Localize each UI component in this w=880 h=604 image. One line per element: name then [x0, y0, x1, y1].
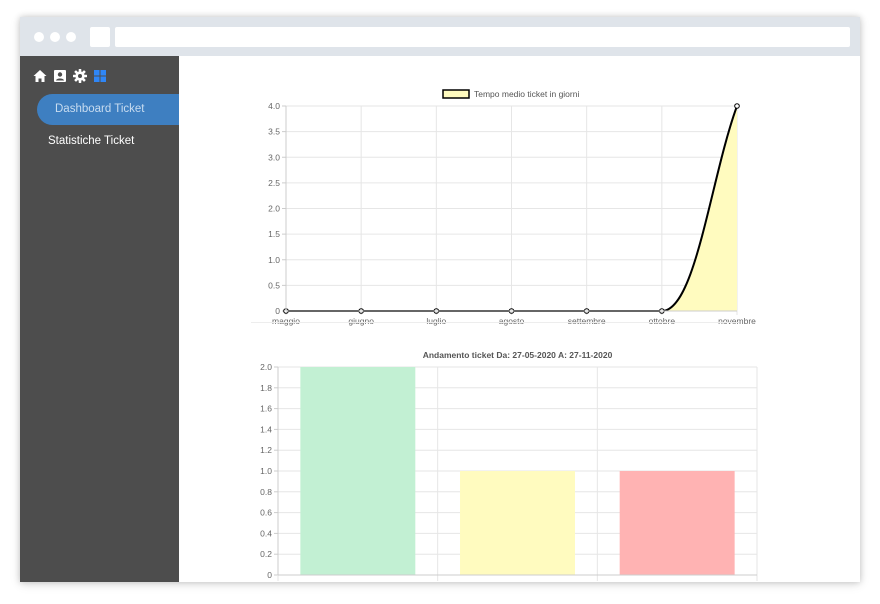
y-tick-label: 1.4 — [260, 424, 272, 434]
y-tick-label: 3.5 — [268, 127, 280, 137]
chart-title: Andamento ticket Da: 27-05-2020 A: 27-11… — [423, 350, 613, 360]
y-tick-label: 0 — [267, 570, 272, 580]
x-tick-label: agosto — [499, 316, 525, 326]
address-bar[interactable] — [115, 27, 850, 47]
y-tick-label: 4.0 — [268, 101, 280, 111]
bar — [619, 471, 735, 575]
window-control-dot[interactable] — [50, 32, 60, 42]
legend-swatch — [442, 89, 470, 99]
window-control-dot[interactable] — [34, 32, 44, 42]
gear-icon[interactable] — [72, 68, 88, 84]
x-tick-label: maggio — [272, 316, 300, 326]
y-tick-label: 0.8 — [260, 487, 272, 497]
x-tick-label: luglio — [426, 316, 446, 326]
y-tick-label: 0 — [275, 306, 280, 316]
data-point — [734, 103, 740, 109]
window-control-dot[interactable] — [66, 32, 76, 42]
apps-grid-icon[interactable] — [92, 68, 108, 84]
y-tick-label: 1.5 — [268, 229, 280, 239]
sidebar-item-statistiche-ticket[interactable]: Statistiche Ticket — [48, 134, 134, 148]
contact-card-icon[interactable] — [52, 68, 68, 84]
home-icon[interactable] — [32, 68, 48, 84]
y-tick-label: 1.0 — [260, 466, 272, 476]
y-tick-label: 2.5 — [268, 178, 280, 188]
y-tick-label: 1.8 — [260, 383, 272, 393]
sidebar-item-dashboard-ticket[interactable]: Dashboard Ticket — [37, 94, 179, 125]
browser-titlebar — [20, 17, 860, 56]
x-tick-label: Ticket chiusi — [335, 580, 382, 582]
ticket-status-bar-chart: Andamento ticket Da: 27-05-2020 A: 27-11… — [260, 350, 758, 582]
sidebar: Dashboard Ticket Statistiche Ticket — [20, 56, 179, 582]
sidebar-item-label: Dashboard Ticket — [55, 103, 145, 115]
main-content: 0 0.5 1.0 1.5 2.0 2.5 3.0 3.5 4.0 maggio giugno lug… — [179, 56, 860, 582]
x-tick-label: novembre — [718, 316, 756, 326]
y-tick-label: 1.6 — [260, 404, 272, 414]
y-tick-label: 0.5 — [268, 280, 280, 290]
y-tick-label: 1.0 — [268, 255, 280, 265]
y-tick-label: 2.0 — [268, 204, 280, 214]
bar — [300, 367, 416, 575]
x-tick-label: Ticket in lavorazione — [479, 580, 556, 582]
average-ticket-time-line-chart: 0 0.5 1.0 1.5 2.0 2.5 3.0 3.5 4.0 maggio giugno lug… — [268, 89, 756, 326]
x-tick-label: Ticket aperti — [654, 580, 700, 582]
browser-tab[interactable] — [90, 27, 110, 47]
browser-window: Dashboard Ticket Statistiche Ticket 0 0.5… — [20, 17, 860, 582]
x-tick-label: ottobre — [649, 316, 676, 326]
legend-label: Tempo medio ticket in giorni — [474, 89, 579, 99]
bar — [460, 471, 575, 575]
y-tick-label: 0.6 — [260, 508, 272, 518]
chart-divider — [251, 322, 739, 323]
x-tick-label: giugno — [348, 316, 374, 326]
y-tick-label: 3.0 — [268, 152, 280, 162]
x-tick-label: settembre — [568, 316, 606, 326]
y-tick-label: 1.2 — [260, 445, 272, 455]
sidebar-item-label: Statistiche Ticket — [48, 135, 135, 147]
y-tick-label: 0.2 — [260, 549, 272, 559]
y-tick-label: 2.0 — [260, 362, 272, 372]
y-tick-label: 0.4 — [260, 528, 272, 538]
